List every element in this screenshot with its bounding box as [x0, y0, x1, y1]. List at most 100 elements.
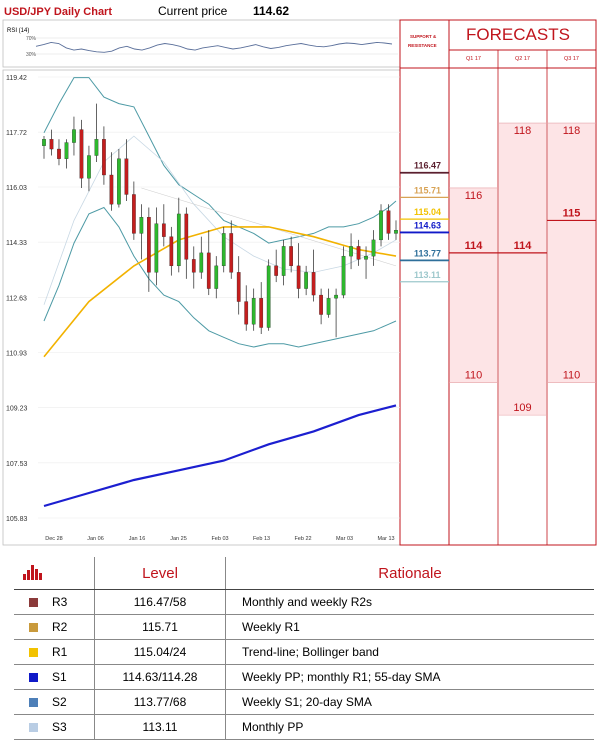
candle-body	[311, 272, 316, 296]
row-rationale: Trend-line; Bollinger band	[225, 639, 594, 665]
price-label: Current price	[158, 4, 228, 18]
candle-body	[64, 142, 69, 159]
sr-level-label: 115.04	[414, 207, 441, 217]
candle-body	[259, 298, 264, 328]
candle-body	[221, 233, 226, 267]
candle-body	[349, 246, 353, 257]
forecast-high-value: 116	[465, 190, 483, 202]
candle-body	[326, 298, 331, 315]
row-rationale: Weekly R1	[225, 614, 594, 640]
candle-body	[244, 301, 249, 325]
y-tick-label: 105.83	[6, 516, 28, 523]
candle-body	[199, 252, 204, 273]
y-tick-label: 117.72	[6, 130, 27, 137]
row-name: R2	[52, 614, 95, 640]
candle-body	[229, 233, 234, 273]
y-tick-label: 116.03	[6, 185, 27, 192]
candle-body	[206, 252, 211, 289]
table-row: R1 115.04/24 Trend-line; Bollinger band	[14, 639, 594, 665]
row-rationale: Monthly and weekly R2s	[225, 589, 594, 615]
color-swatch	[28, 723, 38, 733]
candle-body	[124, 158, 129, 195]
forecast-column-label: Q3 17	[564, 56, 579, 62]
x-tick-label: Dec 28	[45, 536, 62, 542]
candle-body	[87, 155, 91, 179]
bar-chart-icon	[23, 565, 42, 580]
row-level: 116.47/58	[94, 589, 226, 615]
table-header-row: Level Rationale	[14, 557, 594, 590]
candle-body	[184, 213, 189, 260]
sr-panel	[399, 19, 450, 546]
candle-body	[109, 174, 114, 205]
row-level: 115.71	[94, 614, 226, 640]
table-row: R3 116.47/58 Monthly and weekly R2s	[14, 589, 594, 615]
rationale-column-header: Rationale	[225, 557, 594, 590]
color-swatch	[28, 673, 38, 683]
forecast-column-label: Q2 17	[515, 56, 530, 62]
y-tick-label: 107.53	[6, 461, 28, 468]
candle-body	[102, 139, 106, 176]
candle-body	[386, 210, 391, 234]
row-level: 115.04/24	[94, 639, 226, 665]
forecast-high-value: 118	[514, 125, 532, 137]
forecast-mid-value: 115	[563, 207, 581, 219]
table-row: R2 115.71 Weekly R1	[14, 614, 594, 640]
row-level: 114.63/114.28	[94, 664, 226, 690]
color-swatch	[28, 698, 38, 708]
sr-level-label: 116.47	[414, 161, 441, 171]
candle-body	[364, 255, 368, 260]
forecast-low-value: 109	[513, 402, 531, 414]
sr-level-label: 114.63	[414, 220, 441, 230]
candle-body	[79, 129, 84, 179]
candle-body	[57, 148, 61, 159]
candle-body	[266, 265, 271, 328]
forecast-column-label: Q1 17	[466, 56, 481, 62]
rsi-level-30: 30%	[26, 52, 37, 58]
row-rationale: Weekly PP; monthly R1; 55-day SMA	[225, 664, 594, 690]
chart-title: USD/JPY Daily Chart	[4, 6, 112, 18]
level-column-header: Level	[94, 557, 226, 590]
forecast-high-value: 118	[563, 125, 581, 137]
candle-body	[281, 246, 286, 276]
candle-body	[214, 265, 219, 289]
sr-level-label: 113.11	[414, 270, 441, 280]
sr-title-line1: SUPPORT &	[410, 34, 437, 39]
candle-body	[341, 255, 346, 296]
candle-body	[161, 223, 166, 237]
y-tick-label: 112.63	[6, 295, 27, 302]
x-tick-label: Mar 03	[336, 536, 353, 542]
levels-table: Level Rationale R3 116.47/58 Monthly and…	[14, 557, 594, 740]
y-tick-label: 110.93	[6, 351, 27, 358]
x-tick-label: Mar 13	[377, 536, 394, 542]
color-swatch	[28, 598, 38, 608]
x-tick-label: Jan 16	[129, 536, 146, 542]
rsi-level-70: 70%	[26, 36, 37, 42]
candle-body	[334, 294, 338, 299]
row-name: S1	[52, 664, 95, 690]
sr-level-label: 113.77	[414, 248, 441, 258]
candle-body	[274, 265, 279, 276]
x-tick-label: Feb 22	[294, 536, 311, 542]
candle-body	[49, 139, 54, 150]
candle-body	[94, 139, 99, 156]
chart-area: 119.42 117.72 116.03 114.33 112.63 110.93 109.…	[2, 4, 597, 546]
row-name: S2	[52, 689, 95, 715]
table-row: S1 114.63/114.28 Weekly PP; monthly R1; …	[14, 664, 594, 690]
candle-body	[289, 246, 293, 267]
forecast-range-box	[548, 123, 595, 383]
price-value: 114.62	[253, 4, 289, 18]
price-panel	[2, 69, 401, 546]
forecast-range-box	[450, 187, 497, 383]
table-chart-icon	[14, 557, 52, 590]
rsi-label: RSI (14)	[7, 28, 29, 34]
forecasts-title: FORECASTS	[466, 25, 570, 44]
table-row: S2 113.77/68 Weekly S1; 20-day SMA	[14, 689, 594, 715]
row-rationale: Monthly PP	[225, 714, 594, 740]
row-name: R3	[52, 589, 95, 615]
forecast-mid-value: 114	[465, 240, 484, 252]
candle-body	[139, 217, 144, 234]
candle-body	[176, 213, 181, 267]
candle-body	[251, 298, 256, 325]
row-level: 113.11	[94, 714, 226, 740]
forecast-range-box	[499, 123, 546, 416]
